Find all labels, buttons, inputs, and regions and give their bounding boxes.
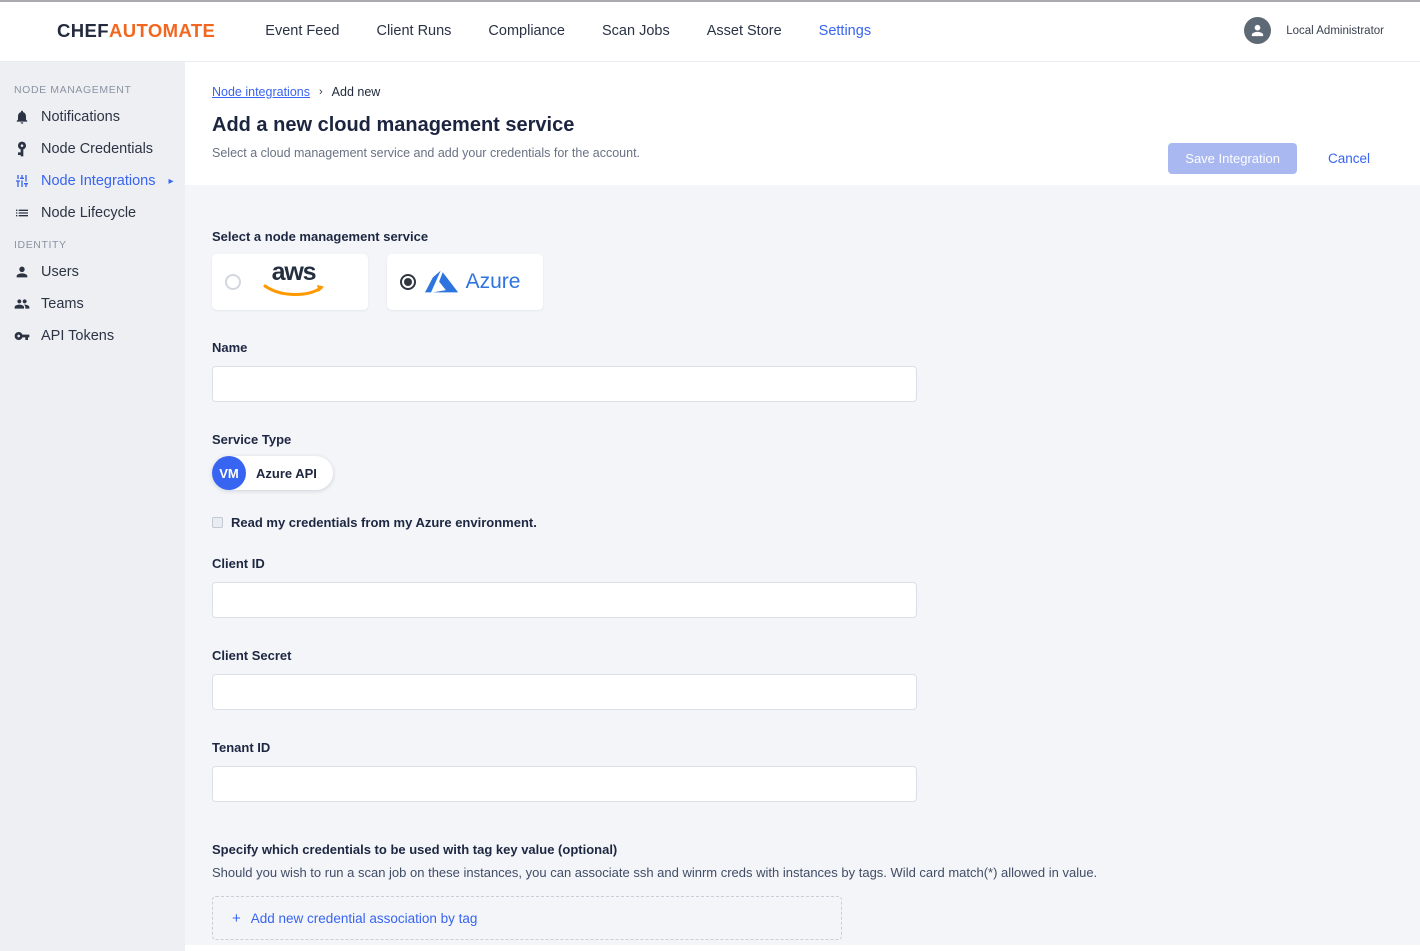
person-icon (1249, 22, 1266, 39)
sidebar-item-node-lifecycle[interactable]: Node Lifecycle (0, 197, 185, 229)
service-select-label: Select a node management service (212, 229, 1420, 244)
aws-radio[interactable] (225, 274, 241, 290)
nav-scan-jobs[interactable]: Scan Jobs (602, 23, 670, 39)
person-icon (14, 264, 30, 280)
breadcrumb: Node integrations › Add new (212, 85, 1420, 99)
nav-settings[interactable]: Settings (819, 23, 871, 39)
azure-radio[interactable] (400, 274, 416, 290)
breadcrumb-current: Add new (332, 85, 381, 99)
top-navigation-bar: CHEFAUTOMATE Event Feed Client Runs Comp… (0, 0, 1420, 62)
azure-logo: Azure (425, 269, 535, 295)
sidebar-item-node-credentials[interactable]: Node Credentials (0, 133, 185, 165)
aws-logo-text: aws (263, 262, 325, 283)
bell-icon (14, 109, 30, 125)
tenant-id-input[interactable] (212, 766, 917, 802)
nav-event-feed[interactable]: Event Feed (265, 23, 339, 39)
name-label: Name (212, 340, 247, 355)
client-id-label: Client ID (212, 556, 265, 571)
read-credentials-checkbox[interactable] (212, 517, 223, 528)
people-icon (14, 296, 30, 312)
tenant-id-label: Tenant ID (212, 740, 270, 755)
username-label: Local Administrator (1286, 25, 1384, 37)
name-input[interactable] (212, 366, 917, 402)
logo-chef-text: CHEF (57, 20, 109, 41)
plus-icon: + (232, 911, 241, 926)
settings-sidebar: NODE MANAGEMENT Notifications Node Crede… (0, 62, 185, 951)
sidebar-item-label: Users (41, 264, 79, 280)
cancel-button[interactable]: Cancel (1328, 151, 1370, 166)
logo-automate-text: AUTOMATE (109, 20, 215, 41)
sidebar-item-notifications[interactable]: Notifications (0, 101, 185, 133)
chef-automate-logo[interactable]: CHEFAUTOMATE (57, 20, 215, 42)
sidebar-item-label: Node Lifecycle (41, 205, 136, 221)
azure-mark-icon (425, 269, 459, 295)
service-type-option-azure-api[interactable]: VM Azure API (212, 456, 333, 490)
add-credential-association-label: Add new credential association by tag (251, 911, 478, 926)
add-credential-association-button[interactable]: + Add new credential association by tag (212, 896, 842, 940)
sidebar-item-label: Notifications (41, 109, 120, 125)
nav-client-runs[interactable]: Client Runs (376, 23, 451, 39)
provider-card-aws[interactable]: aws (212, 254, 368, 310)
service-type-option-label: Azure API (256, 466, 317, 481)
sidebar-section-identity: IDENTITY (0, 229, 185, 256)
provider-card-azure[interactable]: Azure (387, 254, 543, 310)
integration-form: Select a node management service aws Azu… (185, 185, 1420, 945)
sidebar-item-label: API Tokens (41, 328, 114, 344)
sliders-icon (14, 173, 30, 189)
chevron-right-icon: ▸ (168, 176, 173, 187)
vm-badge: VM (212, 456, 246, 490)
breadcrumb-separator-icon: › (319, 86, 323, 98)
page-title: Add a new cloud management service (212, 114, 1420, 137)
aws-swoosh-icon (263, 284, 325, 297)
azure-logo-text: Azure (466, 270, 521, 294)
page-header: Node integrations › Add new Add a new cl… (185, 62, 1420, 185)
tag-credentials-section: Specify which credentials to be used wit… (212, 842, 1420, 940)
sidebar-item-label: Node Credentials (41, 141, 153, 157)
sidebar-item-label: Teams (41, 296, 84, 312)
service-type-label: Service Type (212, 432, 1420, 447)
key-icon (14, 141, 30, 157)
tag-credentials-description: Should you wish to run a scan job on the… (212, 865, 1420, 880)
aws-logo: aws (263, 262, 347, 301)
save-integration-button[interactable]: Save Integration (1168, 143, 1297, 174)
client-secret-input[interactable] (212, 674, 917, 710)
sidebar-item-api-tokens[interactable]: API Tokens (0, 320, 185, 352)
breadcrumb-node-integrations-link[interactable]: Node integrations (212, 85, 310, 99)
sidebar-item-node-integrations[interactable]: Node Integrations ▸ (0, 165, 185, 197)
list-icon (14, 205, 30, 221)
tag-credentials-title: Specify which credentials to be used wit… (212, 842, 1420, 857)
add-credential-association-link: + Add new credential association by tag (232, 911, 477, 926)
read-credentials-checkbox-row[interactable]: Read my credentials from my Azure enviro… (212, 515, 1420, 530)
read-credentials-label: Read my credentials from my Azure enviro… (231, 515, 537, 530)
client-secret-label: Client Secret (212, 648, 291, 663)
sidebar-item-users[interactable]: Users (0, 256, 185, 288)
main-panel: Node integrations › Add new Add a new cl… (185, 62, 1420, 951)
window-top-edge (0, 0, 1420, 2)
sidebar-section-node-management: NODE MANAGEMENT (0, 74, 185, 101)
nav-compliance[interactable]: Compliance (488, 23, 565, 39)
provider-cards: aws Azure (212, 254, 1420, 310)
user-menu[interactable]: Local Administrator (1244, 17, 1384, 44)
page-actions: Save Integration Cancel (1168, 143, 1370, 174)
main-nav: Event Feed Client Runs Compliance Scan J… (265, 23, 871, 39)
sidebar-item-label: Node Integrations (41, 173, 155, 189)
client-id-input[interactable] (212, 582, 917, 618)
key-horizontal-icon (14, 328, 30, 344)
sidebar-item-teams[interactable]: Teams (0, 288, 185, 320)
avatar[interactable] (1244, 17, 1271, 44)
nav-asset-store[interactable]: Asset Store (707, 23, 782, 39)
